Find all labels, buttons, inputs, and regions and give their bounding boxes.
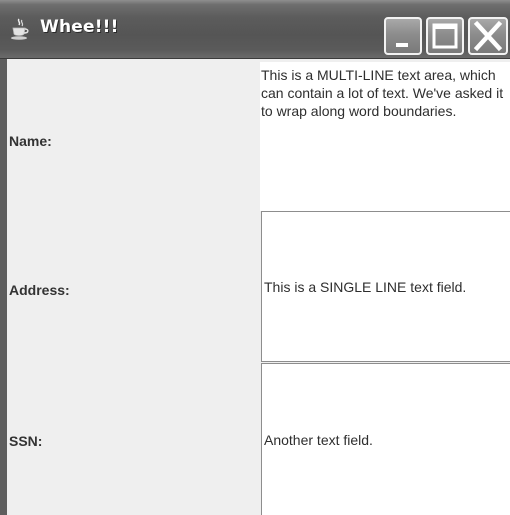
maximize-icon bbox=[432, 23, 458, 49]
name-text-area[interactable]: This is a MULTI-LINE text area, which ca… bbox=[260, 62, 510, 211]
maximize-button[interactable] bbox=[426, 17, 464, 55]
ssn-text-field[interactable]: Another text field. bbox=[261, 363, 510, 515]
java-cup-icon[interactable] bbox=[10, 18, 30, 42]
name-label: Name: bbox=[9, 133, 52, 149]
label-column: Name: Address: SSN: bbox=[7, 59, 260, 515]
ssn-label: SSN: bbox=[9, 433, 43, 449]
title-bar[interactable]: Whee!!! bbox=[0, 0, 510, 59]
app-window: Whee!!! Name: Address: SSN: This is a MU… bbox=[0, 0, 510, 515]
close-button[interactable] bbox=[468, 17, 508, 55]
address-text-field[interactable]: This is a SINGLE LINE text field. bbox=[261, 211, 510, 362]
address-label: Address: bbox=[9, 282, 70, 298]
window-title: Whee!!! bbox=[40, 17, 119, 37]
window-left-border bbox=[0, 59, 7, 515]
minimize-button[interactable] bbox=[384, 17, 422, 55]
close-icon bbox=[473, 20, 503, 52]
minimize-icon bbox=[396, 43, 408, 47]
